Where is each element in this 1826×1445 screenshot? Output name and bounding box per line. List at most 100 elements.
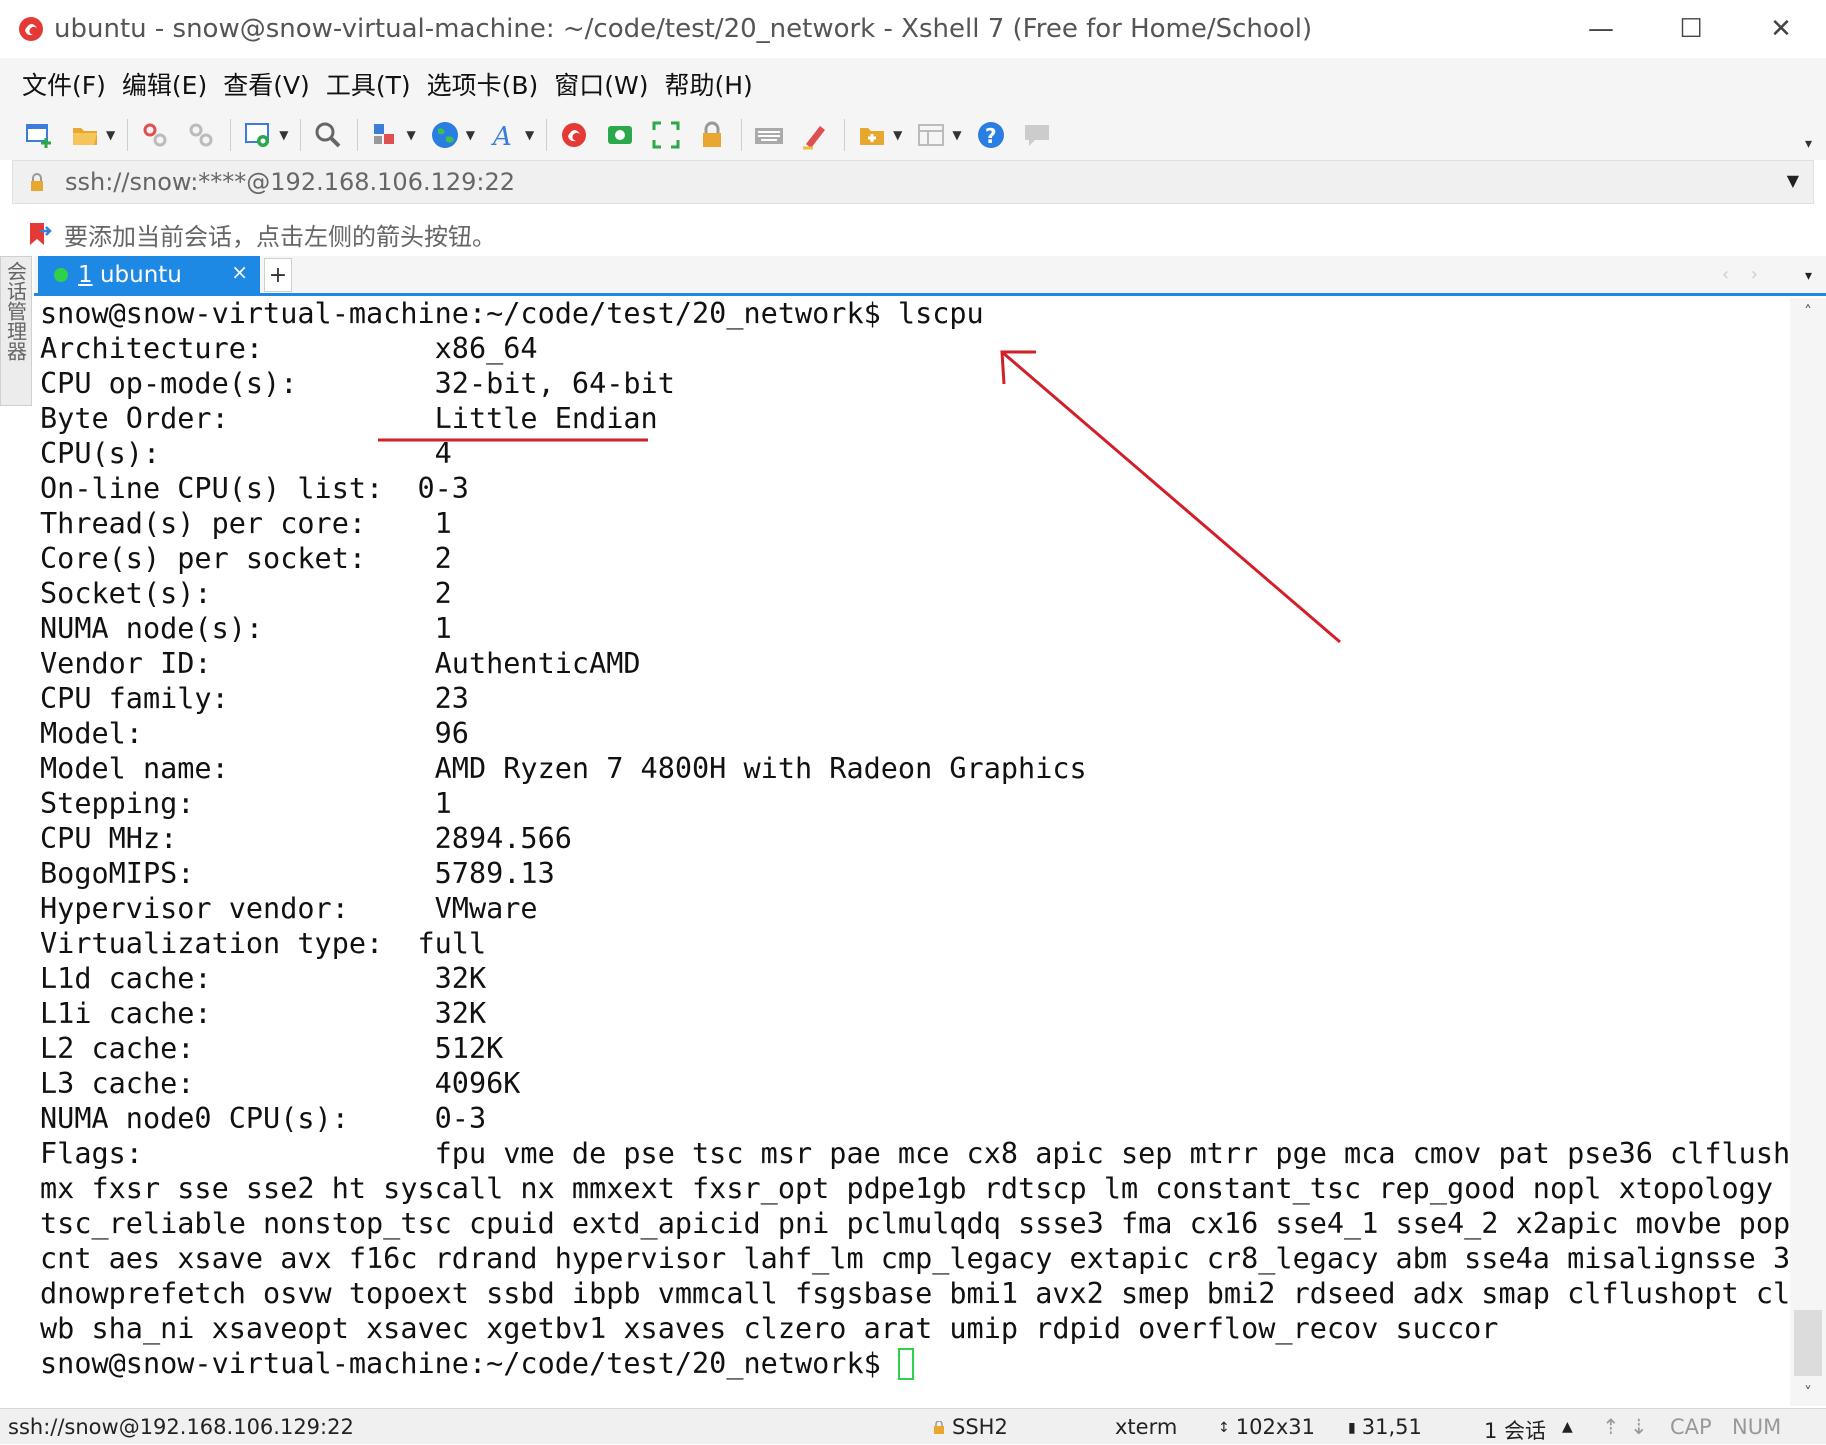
find-icon[interactable] xyxy=(309,116,347,154)
bookmark-arrow-icon[interactable] xyxy=(26,221,52,247)
globe-icon[interactable] xyxy=(426,116,464,154)
menu-tab[interactable]: 选项卡(B) xyxy=(427,66,539,102)
terminal-line: L2 cache: 512K xyxy=(40,1032,504,1065)
terminal-line: CPU(s): 4 xyxy=(40,437,452,470)
menu-edit[interactable]: 编辑(E) xyxy=(122,66,207,102)
xshell-icon[interactable] xyxy=(555,116,593,154)
transfer-icon[interactable] xyxy=(366,116,404,154)
status-num: NUM xyxy=(1732,1415,1782,1439)
terminal-line: Model name: AMD Ryzen 7 4800H with Radeo… xyxy=(40,752,1087,785)
terminal-line: CPU op-mode(s): 32-bit, 64-bit xyxy=(40,367,675,400)
fullscreen-icon[interactable] xyxy=(647,116,685,154)
terminal-line: Byte Order: Little Endian xyxy=(40,402,658,435)
tab-scroll-arrows[interactable]: ‹ › xyxy=(1722,264,1766,285)
window-title: ubuntu - snow@snow-virtual-machine: ~/co… xyxy=(54,14,1313,44)
transfer-dropdown-icon[interactable]: ▼ xyxy=(406,128,415,142)
size-icon: ↕ xyxy=(1218,1420,1230,1436)
disconnect-icon[interactable] xyxy=(182,116,220,154)
download-arrow-icon: ⇣ xyxy=(1630,1415,1648,1439)
terminal-line: CPU MHz: 2894.566 xyxy=(40,822,572,855)
terminal-scrollbar[interactable]: ˄ ˅ xyxy=(1790,298,1826,1406)
upload-arrow-icon: ⇡ xyxy=(1602,1415,1620,1439)
tab-ubuntu[interactable]: 1 ubuntu × xyxy=(38,256,260,294)
toolbar-separator xyxy=(741,119,743,151)
hint-text: 要添加当前会话，点击左侧的箭头按钮。 xyxy=(64,222,496,251)
address-dropdown-icon[interactable]: ▼ xyxy=(1787,171,1799,190)
terminal-line: wb sha_ni xsaveopt xsavec xgetbv1 xsaves… xyxy=(40,1312,1499,1345)
scroll-thumb[interactable] xyxy=(1794,1310,1822,1376)
title-bar: ubuntu - snow@snow-virtual-machine: ~/co… xyxy=(0,0,1826,59)
properties-dropdown-icon[interactable]: ▼ xyxy=(279,128,288,142)
terminal-line: Socket(s): 2 xyxy=(40,577,452,610)
globe-dropdown-icon[interactable]: ▼ xyxy=(466,128,475,142)
lock-icon xyxy=(27,172,47,192)
terminal-line: Architecture: x86_64 xyxy=(40,332,538,365)
tab-list-dropdown-icon[interactable]: ▾ xyxy=(1805,268,1812,284)
session-manager-panel[interactable]: 会话管理器 xyxy=(0,256,32,406)
highlight-icon[interactable] xyxy=(796,116,834,154)
cursor-pos-icon: ▮ xyxy=(1348,1420,1356,1436)
open-folder-icon[interactable] xyxy=(66,116,104,154)
open-dropdown-icon[interactable]: ▼ xyxy=(106,128,115,142)
minimize-button[interactable]: — xyxy=(1556,0,1646,58)
menu-help[interactable]: 帮助(H) xyxy=(665,66,753,102)
maximize-button[interactable]: ☐ xyxy=(1646,0,1736,58)
terminal-line: Stepping: 1 xyxy=(40,787,452,820)
xftp-icon[interactable] xyxy=(601,116,639,154)
terminal-line: NUMA node(s): 1 xyxy=(40,612,452,645)
status-protocol: SSH2 xyxy=(932,1415,1008,1439)
close-window-button[interactable]: ✕ xyxy=(1736,0,1826,58)
scroll-up-icon[interactable]: ˄ xyxy=(1790,302,1826,321)
new-tab-button[interactable]: + xyxy=(264,258,292,292)
tab-label: 1 ubuntu xyxy=(78,262,182,288)
terminal-line: cnt aes xsave avx f16c rdrand hypervisor… xyxy=(40,1242,1790,1275)
connected-status-icon xyxy=(54,268,68,282)
xshell-logo-icon xyxy=(16,14,46,44)
address-bar[interactable]: ssh://snow:****@192.168.106.129:22 ▼ xyxy=(12,160,1814,204)
terminal-line: mx fxsr sse sse2 ht syscall nx mmxext fx… xyxy=(40,1172,1774,1205)
terminal-prompt-line: snow@snow-virtual-machine:~/code/test/20… xyxy=(40,1346,914,1381)
layout-dropdown-icon[interactable]: ▼ xyxy=(952,128,961,142)
terminal-line: NUMA node0 CPU(s): 0-3 xyxy=(40,1102,487,1135)
font-icon[interactable]: A xyxy=(485,116,523,154)
toolbar-separator xyxy=(300,119,302,151)
terminal-line: CPU family: 23 xyxy=(40,682,469,715)
menu-window[interactable]: 窗口(W) xyxy=(554,66,648,102)
terminal-line: L1d cache: 32K xyxy=(40,962,487,995)
chat-icon[interactable] xyxy=(1018,116,1056,154)
terminal-line: snow@snow-virtual-machine:~/code/test/20… xyxy=(40,298,984,330)
terminal-line: L3 cache: 4096K xyxy=(40,1067,521,1100)
add-folder-icon[interactable] xyxy=(853,116,891,154)
status-size: ↕ 102x31 xyxy=(1218,1415,1315,1439)
tab-bar: 1 ubuntu × + ‹ › ▾ xyxy=(34,256,1826,296)
terminal-line: Vendor ID: AuthenticAMD xyxy=(40,647,641,680)
toolbar-overflow-icon[interactable]: ▾ xyxy=(1805,136,1812,152)
keyboard-icon[interactable] xyxy=(750,116,788,154)
annotation-arrow-head xyxy=(1000,350,1036,385)
tab-close-icon[interactable]: × xyxy=(231,260,248,284)
terminal-line: dnowprefetch osvw topoext ssbd ibpb vmmc… xyxy=(40,1277,1790,1310)
reconnect-icon[interactable] xyxy=(136,116,174,154)
font-dropdown-icon[interactable]: ▼ xyxy=(525,128,534,142)
status-bar: ssh://snow@192.168.106.129:22 SSH2 xterm… xyxy=(0,1408,1826,1444)
toolbar: ▼ ▼ ▼ ▼ A ▼ ▼ ▼ ? ▾ xyxy=(0,110,1826,160)
status-sessions: 1 会话 xyxy=(1484,1419,1547,1443)
sessions-up-icon[interactable]: ▲ xyxy=(1562,1419,1573,1435)
terminal-output[interactable]: snow@snow-virtual-machine:~/code/test/20… xyxy=(34,298,1790,1406)
status-connection: ssh://snow@192.168.106.129:22 xyxy=(8,1415,354,1439)
layout-icon[interactable] xyxy=(912,116,950,154)
menu-tools[interactable]: 工具(T) xyxy=(326,66,411,102)
menu-file[interactable]: 文件(F) xyxy=(22,66,106,102)
address-input[interactable]: ssh://snow:****@192.168.106.129:22 xyxy=(65,168,515,196)
terminal-line: On-line CPU(s) list: 0-3 xyxy=(40,472,469,505)
lock-icon[interactable] xyxy=(693,116,731,154)
terminal-line: Virtualization type: full xyxy=(40,927,487,960)
scroll-down-icon[interactable]: ˅ xyxy=(1790,1383,1826,1402)
toolbar-separator xyxy=(357,119,359,151)
help-icon[interactable]: ? xyxy=(972,116,1010,154)
properties-icon[interactable] xyxy=(239,116,277,154)
status-terminal-type: xterm xyxy=(1115,1415,1178,1439)
add-folder-dropdown-icon[interactable]: ▼ xyxy=(893,128,902,142)
new-session-icon[interactable] xyxy=(20,116,58,154)
menu-view[interactable]: 查看(V) xyxy=(223,66,310,102)
